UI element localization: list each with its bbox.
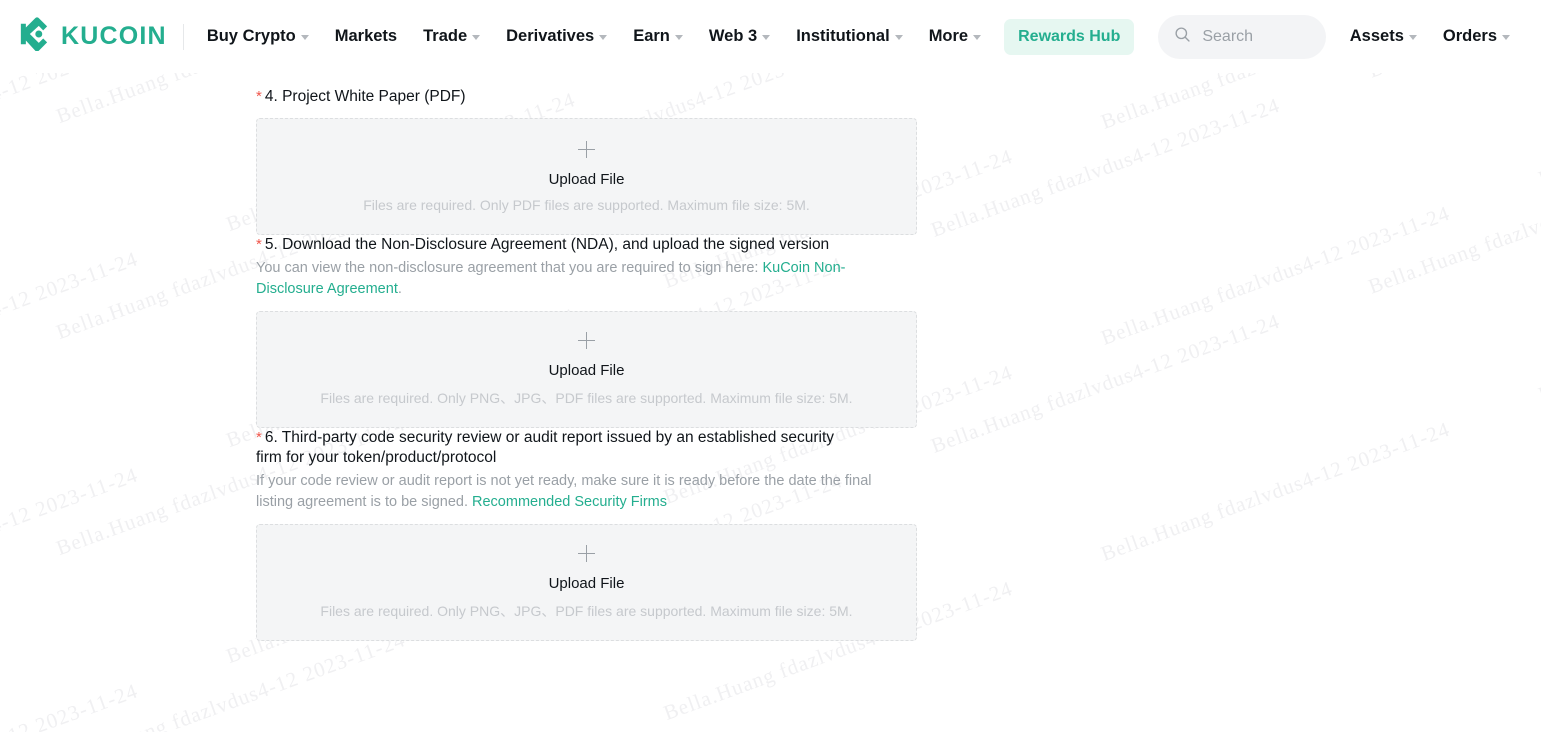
chevron-down-icon — [674, 35, 683, 40]
nav-item-derivatives[interactable]: Derivatives — [493, 19, 620, 54]
chevron-down-icon — [472, 35, 481, 40]
rewards-hub-button[interactable]: Rewards Hub — [1004, 18, 1135, 55]
nav-item-label: Earn — [633, 27, 670, 45]
file-upload-dropzone[interactable]: Upload File Files are required. Only PNG、… — [256, 311, 917, 428]
chevron-down-icon — [1502, 35, 1510, 40]
section-title: * 4. Project White Paper (PDF) — [256, 87, 856, 107]
help-link[interactable]: Recommended Security Firms — [472, 494, 667, 510]
upload-hint-text: Files are required. Only PDF files are s… — [363, 196, 810, 213]
form-section-6: * 6. Third-party code security review or … — [256, 428, 1541, 641]
nav-item-label: Trade — [423, 27, 468, 45]
upload-file-label: Upload File — [548, 170, 625, 188]
form-section-4: * 4. Project White Paper (PDF) Upload File… — [256, 87, 1541, 235]
brand-name: KUCOIN — [61, 22, 167, 50]
upload-hint-text: Files are required. Only PNG、JPG、PDF fil… — [320, 389, 853, 406]
required-asterisk-icon: * — [256, 236, 262, 253]
nav-item-label: Orders — [1442, 27, 1497, 45]
upload-file-label: Upload File — [548, 361, 625, 379]
section-title: * 5. Download the Non-Disclosure Agreemen… — [256, 235, 856, 255]
kucoin-k-logo-icon — [20, 17, 54, 56]
header-nav-orders[interactable]: Orders — [1430, 19, 1523, 54]
search-input[interactable] — [1200, 26, 1311, 47]
file-upload-dropzone[interactable]: Upload File Files are required. Only PNG、… — [256, 524, 917, 641]
section-title-text: 6. Third-party code security review or a… — [256, 429, 835, 466]
nav-item-more[interactable]: More — [916, 19, 994, 54]
search-box[interactable] — [1158, 14, 1327, 59]
nav-item-label: More — [928, 27, 969, 45]
search-icon — [1174, 26, 1191, 48]
nav-item-label: Web 3 — [708, 27, 758, 45]
section-title: * 6. Third-party code security review or … — [256, 428, 856, 468]
section-title-text: 5. Download the Non-Disclosure Agreement… — [264, 236, 830, 253]
chevron-down-icon — [762, 35, 771, 40]
plus-icon — [578, 140, 595, 158]
form-section-5: * 5. Download the Non-Disclosure Agreemen… — [256, 235, 1541, 428]
nav-item-label: Assets — [1349, 27, 1404, 45]
primary-nav: Buy Crypto Markets Trade Derivatives Earn Web… — [194, 19, 994, 54]
plus-icon — [578, 331, 595, 349]
section-help-text: If your code review or audit report is n… — [256, 471, 881, 513]
chevron-down-icon — [599, 35, 608, 40]
chevron-down-icon — [894, 35, 903, 40]
plus-icon — [578, 544, 595, 562]
chevron-down-icon — [1408, 35, 1417, 40]
nav-item-label: Buy Crypto — [206, 27, 296, 45]
nav-item-institutional[interactable]: Institutional — [783, 19, 916, 54]
chevron-down-icon — [300, 35, 309, 40]
chevron-down-icon — [973, 35, 982, 40]
upload-file-label: Upload File — [548, 574, 625, 592]
nav-item-earn[interactable]: Earn — [620, 19, 696, 54]
header-right-nav: Assets Orders — [1337, 19, 1523, 54]
nav-item-label: Derivatives — [506, 27, 595, 45]
upload-hint-text: Files are required. Only PNG、JPG、PDF fil… — [320, 602, 853, 619]
header-divider — [182, 23, 184, 50]
required-asterisk-icon: * — [256, 88, 262, 105]
file-upload-dropzone[interactable]: Upload File Files are required. Only PDF … — [256, 118, 917, 235]
section-title-text: 4. Project White Paper (PDF) — [264, 88, 466, 105]
nav-item-web-3[interactable]: Web 3 — [696, 19, 783, 54]
nav-item-label: Institutional — [796, 27, 890, 45]
header-nav-assets[interactable]: Assets — [1337, 19, 1430, 54]
site-header: KUCOIN Buy Crypto Markets Trade Derivatives… — [0, 0, 1541, 73]
nav-item-trade[interactable]: Trade — [410, 19, 493, 54]
kucoin-logo[interactable]: KUCOIN — [20, 17, 167, 56]
section-help-text: You can view the non-disclosure agreemen… — [256, 258, 881, 300]
required-asterisk-icon: * — [256, 429, 262, 446]
nav-item-buy-crypto[interactable]: Buy Crypto — [194, 19, 322, 54]
help-prefix: You can view the non-disclosure agreemen… — [256, 260, 763, 276]
listing-application-form: * 4. Project White Paper (PDF) Upload File… — [0, 73, 1541, 641]
nav-item-label: Markets — [334, 27, 398, 45]
help-suffix: . — [397, 281, 402, 297]
nav-item-markets[interactable]: Markets — [322, 19, 410, 54]
